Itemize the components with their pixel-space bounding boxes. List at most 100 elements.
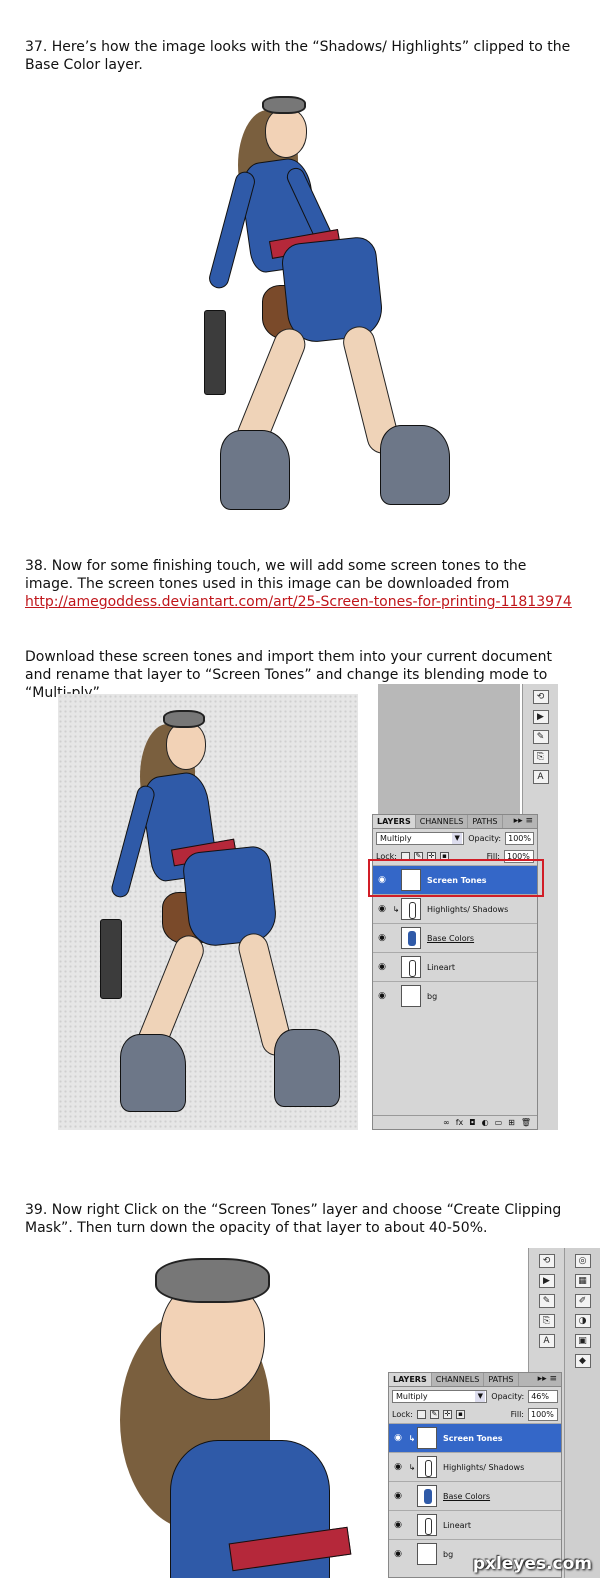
eye-icon[interactable]: ◉: [389, 1491, 407, 1501]
actions-icon[interactable]: ▶: [538, 1274, 555, 1288]
pinup-illustration-2: [58, 694, 358, 1130]
lock-label: Lock:: [392, 1409, 413, 1419]
layer-lineart[interactable]: ◉ Lineart: [373, 952, 537, 981]
lock-transparency-icon[interactable]: [416, 1409, 426, 1419]
blend-mode-value: Multiply: [396, 1391, 428, 1401]
step-39-text: 39. Now right Click on the “Screen Tones…: [25, 1202, 562, 1236]
clipping-arrow-icon: ↳: [408, 1462, 416, 1472]
blend-mode-value: Multiply: [380, 833, 412, 843]
layer-highlights-shadows[interactable]: ◉ ↳ Highlights/ Shadows: [389, 1452, 561, 1481]
layer-thumbnail: [417, 1456, 437, 1478]
brushes-icon[interactable]: ✐: [574, 1294, 591, 1308]
clone-source-icon[interactable]: ⎘: [538, 1314, 555, 1328]
eye-icon[interactable]: ◉: [389, 1549, 407, 1559]
layer-thumbnail: [401, 985, 421, 1007]
layer-lineart[interactable]: ◉ Lineart: [389, 1510, 561, 1539]
step-38-text-block: 38. Now for some finishing touch, we wil…: [25, 557, 575, 611]
layer-thumbnail: [417, 1543, 437, 1565]
panel-tabs: LAYERS CHANNELS PATHS ▸▸ ≡: [373, 815, 537, 829]
panel-footer: ∞ fx ◘ ◐ ▭ ⊞ 🗑: [373, 1115, 537, 1129]
layer-thumbnail: [401, 898, 421, 920]
actions-icon[interactable]: ▶: [532, 710, 549, 724]
history-icon[interactable]: ⟲: [532, 690, 549, 704]
layer-name: Highlights/ Shadows: [443, 1462, 525, 1472]
adjustments-icon[interactable]: ◑: [574, 1314, 591, 1328]
opacity-label: Opacity:: [468, 833, 502, 843]
clipping-arrow-icon: ↳: [408, 1433, 416, 1443]
layer-screen-tones[interactable]: ◉ ↳ Screen Tones: [389, 1423, 561, 1452]
lock-all-icon[interactable]: ▪: [455, 1409, 465, 1419]
layer-bg[interactable]: ◉ bg: [373, 981, 537, 1010]
lock-position-icon[interactable]: ✛: [442, 1409, 452, 1419]
clipping-arrow-icon: ↳: [392, 904, 400, 914]
pinup-illustration-3: [100, 1250, 390, 1578]
layer-name: bg: [443, 1549, 454, 1559]
eye-icon[interactable]: ◉: [373, 962, 391, 972]
layer-name: Base Colors: [443, 1491, 491, 1501]
blend-mode-select[interactable]: Multiply ▼: [392, 1389, 488, 1403]
new-layer-icon[interactable]: ⊞: [508, 1118, 515, 1127]
step-38-text: 38. Now for some finishing touch, we wil…: [25, 558, 527, 592]
pinup-illustration-1: [190, 90, 460, 520]
layer-name: bg: [427, 991, 438, 1001]
panel-menu-icon[interactable]: ▸▸ ≡: [510, 815, 537, 828]
layer-base-colors[interactable]: ◉ Base Colors: [389, 1481, 561, 1510]
navigator-icon[interactable]: ◎: [574, 1254, 591, 1268]
layer-name: Lineart: [443, 1520, 471, 1530]
layer-name: Base Colors: [427, 933, 475, 943]
lock-pixels-icon[interactable]: ✎: [429, 1409, 439, 1419]
chevron-down-icon: ▼: [475, 1390, 486, 1402]
tool-presets-icon[interactable]: ✎: [538, 1294, 555, 1308]
masks-icon[interactable]: ▣: [574, 1334, 591, 1348]
selected-layer-highlight: [368, 859, 544, 897]
fx-icon[interactable]: fx: [456, 1118, 464, 1127]
history-icon[interactable]: ⟲: [538, 1254, 555, 1268]
mask-icon[interactable]: ◘: [469, 1118, 475, 1127]
tab-paths[interactable]: PATHS: [468, 815, 503, 828]
character-icon[interactable]: A: [532, 770, 549, 784]
screen-tones-download-link[interactable]: http://amegoddess.deviantart.com/art/25-…: [25, 593, 575, 611]
swatches-icon[interactable]: ▦: [574, 1274, 591, 1288]
eye-icon[interactable]: ◉: [389, 1462, 407, 1472]
tab-layers[interactable]: LAYERS: [373, 815, 416, 828]
layer-name: Lineart: [427, 962, 455, 972]
layer-name: Screen Tones: [443, 1433, 503, 1443]
clone-source-icon[interactable]: ⎘: [532, 750, 549, 764]
adjustment-icon[interactable]: ◐: [482, 1118, 489, 1127]
eye-icon[interactable]: ◉: [389, 1520, 407, 1530]
layers-dock-icon[interactable]: ◆: [574, 1354, 591, 1368]
layer-thumbnail: [417, 1514, 437, 1536]
layers-panel-2: LAYERS CHANNELS PATHS ▸▸ ≡ Multiply ▼ Op…: [388, 1372, 562, 1578]
group-icon[interactable]: ▭: [495, 1118, 503, 1127]
tab-channels[interactable]: CHANNELS: [432, 1373, 485, 1386]
tab-paths[interactable]: PATHS: [484, 1373, 519, 1386]
panel-tabs: LAYERS CHANNELS PATHS ▸▸ ≡: [389, 1373, 561, 1387]
layer-highlights-shadows[interactable]: ◉ ↳ Highlights/ Shadows: [373, 894, 537, 923]
pxleyes-watermark: pxleyes.com: [472, 1554, 592, 1574]
layer-thumbnail: [417, 1427, 437, 1449]
photoshop-workspace-1: [378, 684, 520, 814]
tab-channels[interactable]: CHANNELS: [416, 815, 469, 828]
chevron-down-icon: ▼: [452, 832, 463, 844]
trash-icon[interactable]: 🗑: [521, 1118, 531, 1127]
opacity-field[interactable]: 46%: [528, 1389, 558, 1403]
photoshop-workspace-2: [388, 1248, 528, 1368]
link-layers-icon[interactable]: ∞: [443, 1118, 450, 1127]
tab-layers[interactable]: LAYERS: [389, 1373, 432, 1386]
eye-icon[interactable]: ◉: [373, 904, 391, 914]
layer-thumbnail: [401, 927, 421, 949]
eye-icon[interactable]: ◉: [389, 1433, 407, 1443]
eye-icon[interactable]: ◉: [373, 991, 391, 1001]
blend-mode-select[interactable]: Multiply ▼: [376, 831, 465, 845]
layer-base-colors[interactable]: ◉ Base Colors: [373, 923, 537, 952]
opacity-field[interactable]: 100%: [505, 831, 534, 845]
opacity-label: Opacity:: [491, 1391, 525, 1401]
character-icon[interactable]: A: [538, 1334, 555, 1348]
eye-icon[interactable]: ◉: [373, 933, 391, 943]
fill-field[interactable]: 100%: [528, 1407, 558, 1421]
panel-menu-icon[interactable]: ▸▸ ≡: [534, 1373, 561, 1386]
layer-thumbnail: [401, 956, 421, 978]
step-37-text: 37. Here’s how the image looks with the …: [25, 39, 571, 73]
layer-name: Highlights/ Shadows: [427, 904, 509, 914]
tool-presets-icon[interactable]: ✎: [532, 730, 549, 744]
